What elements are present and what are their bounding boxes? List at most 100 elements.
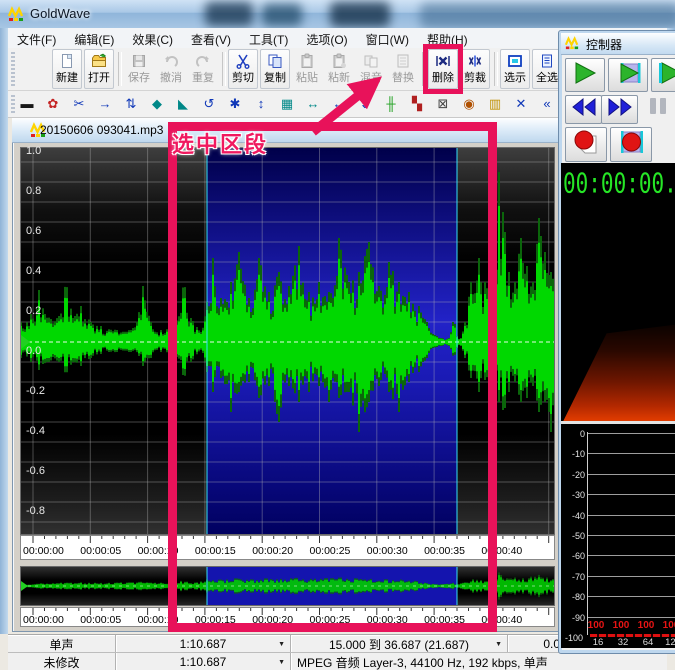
spectrum-peak-value: 100 <box>635 620 657 631</box>
toolbar-button-复制[interactable]: 复制 <box>260 49 290 89</box>
y-axis-label: 0.0 <box>26 345 41 357</box>
menu-item-查看[interactable]: 查看(V) <box>182 28 240 48</box>
y-axis-label: 0.8 <box>26 185 41 197</box>
menu-item-编辑[interactable]: 编辑(E) <box>65 28 123 48</box>
spectrum-db-label: -90 <box>561 613 585 623</box>
status-channel: 单声 <box>8 635 116 653</box>
goldwave-controller-icon <box>565 36 579 55</box>
annotation-arrow <box>295 62 400 142</box>
fx-tool-8-icon[interactable]: ↺ <box>196 92 222 116</box>
fx-tool-7-icon[interactable]: ◣ <box>170 92 196 116</box>
y-axis-label: 0.4 <box>26 265 41 277</box>
toolbar-button-新建[interactable]: 新建 <box>52 49 82 89</box>
rewind-icon <box>570 96 598 123</box>
y-axis-label: -0.2 <box>26 385 45 397</box>
record-new-icon <box>571 129 601 160</box>
fx-tool-3-icon[interactable]: ✂ <box>66 92 92 116</box>
y-axis-label: 1.0 <box>26 145 41 157</box>
copy-icon <box>267 53 283 69</box>
fx-tool-10-icon[interactable]: ↕ <box>248 92 274 116</box>
spectrum-freq-label: 64 <box>637 637 659 648</box>
spectrum-gridline <box>588 515 675 516</box>
play-all-icon <box>614 61 642 90</box>
aero-glass-blur <box>420 3 675 28</box>
fx-tool-9-icon[interactable]: ✱ <box>222 92 248 116</box>
chevron-down-icon: ▼ <box>495 641 502 648</box>
toolbar-button-撤消[interactable]: 撤消 <box>156 49 186 89</box>
time-tick-label: 00:00:00 <box>23 614 64 626</box>
toolbar-button-保存[interactable]: 保存 <box>124 49 154 89</box>
fx-tool-21-icon[interactable]: « <box>534 92 560 116</box>
menu-item-窗口[interactable]: 窗口(W) <box>357 28 418 48</box>
fx-tool-16-icon[interactable]: ▚ <box>404 92 430 116</box>
status-length-dropdown[interactable]: 1:10.687▼ <box>116 635 291 653</box>
spectrum-db-label: -80 <box>561 592 585 602</box>
spectrum-peak-value: 100 <box>585 620 607 631</box>
toolbar-button-剪裁[interactable]: 剪裁 <box>460 49 490 89</box>
spectrum-db-label: -70 <box>561 572 585 582</box>
toolbar-grip[interactable] <box>11 95 15 113</box>
record-new-button[interactable] <box>565 127 607 162</box>
fx-tool-4-icon[interactable]: → <box>92 92 118 116</box>
status-length2-dropdown[interactable]: 1:10.687▼ <box>116 653 291 670</box>
fx-tool-19-icon[interactable]: ▥ <box>482 92 508 116</box>
fx-tool-18-icon[interactable]: ◉ <box>456 92 482 116</box>
menu-item-文件[interactable]: 文件(F) <box>8 28 65 48</box>
toolbar-button-重复[interactable]: 重复 <box>188 49 218 89</box>
fx-tool-20-icon[interactable]: ✕ <box>508 92 534 116</box>
aero-glass-blur <box>330 2 390 27</box>
spectrum-db-label: -60 <box>561 551 585 561</box>
menu-item-工具[interactable]: 工具(T) <box>240 28 297 48</box>
spectrum-gridline <box>588 576 675 577</box>
fx-tool-17-icon[interactable]: ⊠ <box>430 92 456 116</box>
window-frame-left <box>0 28 8 634</box>
toolbar-button-label: 打开 <box>88 69 110 85</box>
toolbar-button-label: 剪切 <box>232 69 254 85</box>
spectrum-freq-label: 32 <box>612 637 634 648</box>
spectrum-analyzer: 0-10-20-30-40-50-60-70-80-90-10010010010… <box>561 424 675 648</box>
spectrum-db-label: -10 <box>561 449 585 459</box>
viewsel-icon <box>507 53 523 69</box>
menu-item-选项[interactable]: 选项(O) <box>297 28 356 48</box>
play-alt-button[interactable] <box>651 58 675 92</box>
toolbar-button-label: 新建 <box>56 69 78 85</box>
fast-forward-icon <box>606 96 634 123</box>
play-all-button[interactable] <box>608 58 648 92</box>
status-bar-file: 未修改 1:10.687▼ MPEG 音频 Layer-3, 44100 Hz,… <box>8 652 667 670</box>
status-format: MPEG 音频 Layer-3, 44100 Hz, 192 kbps, 单声 <box>291 653 591 670</box>
y-axis-label: 0.6 <box>26 225 41 237</box>
rewind-button[interactable] <box>565 95 602 124</box>
spectrum-peak-value: 100 <box>610 620 632 631</box>
play-button[interactable] <box>565 58 605 92</box>
spectrum-freq-label: 128 <box>662 637 675 648</box>
fx-tool-1-icon[interactable]: ▬ <box>14 92 40 116</box>
spectrum-gridline <box>588 453 675 454</box>
trim-icon <box>467 53 483 69</box>
controller-title: 控制器 <box>586 36 622 53</box>
time-tick-label: 00:00:00 <box>23 545 64 557</box>
fx-tool-5-icon[interactable]: ⇅ <box>118 92 144 116</box>
fx-tool-2-icon[interactable]: ✿ <box>40 92 66 116</box>
fx-tool-6-icon[interactable]: ◆ <box>144 92 170 116</box>
play-alt-icon <box>657 61 675 90</box>
toolbar-button-打开[interactable]: 打开 <box>84 49 114 89</box>
toolbar-button-label: 撤消 <box>160 69 182 85</box>
toolbar-grip[interactable] <box>11 52 15 86</box>
pause-button[interactable] <box>643 95 673 122</box>
toolbar-separator <box>222 52 226 86</box>
spectrum-db-label: 0 <box>561 429 585 439</box>
toolbar-button-label: 选示 <box>504 69 526 85</box>
record-button[interactable] <box>610 127 652 162</box>
aero-glass-blur <box>262 4 302 26</box>
spectrum-db-label: -40 <box>561 511 585 521</box>
toolbar-button-剪切[interactable]: 剪切 <box>228 49 258 89</box>
spectrum-gridline <box>588 555 675 556</box>
overview-marker-icon <box>21 581 28 591</box>
scissors-icon <box>235 53 251 69</box>
toolbar-button-选示[interactable]: 选示 <box>500 49 530 89</box>
status-selection-dropdown[interactable]: 15.000 到 36.687 (21.687)▼ <box>291 635 508 653</box>
y-axis-label: -0.8 <box>26 505 45 517</box>
menu-item-效果[interactable]: 效果(C) <box>123 28 182 48</box>
window-titlebar[interactable]: GoldWave <box>0 0 675 28</box>
fast-forward-button[interactable] <box>601 95 638 124</box>
